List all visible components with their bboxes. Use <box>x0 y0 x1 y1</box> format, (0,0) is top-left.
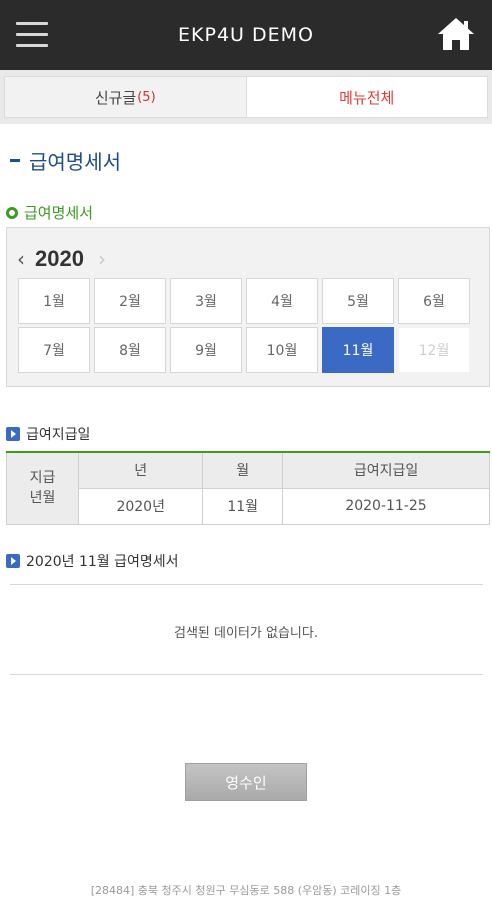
empty-data-message: 검색된 데이터가 없습니다. <box>174 626 318 641</box>
calendar-section-title-text: 급여명세서 <box>24 204 94 222</box>
pay-date-table: 지급 년월 년 월 급여지급일 2020년 11월 2020-11-25 <box>6 451 490 525</box>
column-header-year: 년 <box>77 451 204 489</box>
pay-year-cell: 2020년 <box>77 487 204 525</box>
pay-month-cell: 11월 <box>202 487 284 525</box>
year-selector: ‹ 2020 › <box>17 246 106 272</box>
month-button[interactable]: 8월 <box>94 327 166 373</box>
month-button[interactable]: 7월 <box>18 327 90 373</box>
page-title-text: 급여명세서 <box>29 150 121 174</box>
divider <box>10 584 483 585</box>
tab-all-menu-label: 메뉴전체 <box>339 88 395 107</box>
arrow-square-icon <box>6 427 20 441</box>
page-title: 급여명세서 <box>10 146 121 175</box>
month-button[interactable]: 1월 <box>18 278 90 324</box>
month-button[interactable]: 2월 <box>94 278 166 324</box>
divider <box>10 674 483 675</box>
receipt-confirm-button[interactable]: 영수인 <box>185 763 307 801</box>
tab-new-posts[interactable]: 신규글 (5) <box>4 76 246 118</box>
month-button[interactable]: 6월 <box>398 278 470 324</box>
pay-date-section-title: 급여지급일 <box>6 424 90 444</box>
month-button[interactable]: 9월 <box>170 327 242 373</box>
column-header-paydate: 급여지급일 <box>282 451 490 489</box>
tab-bar: 신규글 (5) 메뉴전체 <box>0 70 492 124</box>
month-picker: ‹ 2020 › 1월 2월 3월 4월 5월 6월 7월 8월 9월 10월 … <box>6 227 490 387</box>
month-button[interactable]: 3월 <box>170 278 242 324</box>
calendar-section-title: 급여명세서 <box>6 202 93 223</box>
pay-date-section-title-text: 급여지급일 <box>26 427 91 443</box>
month-button[interactable]: 4월 <box>246 278 318 324</box>
statement-section-title-text: 2020년 11월 급여명세서 <box>26 554 179 570</box>
title-dash-icon <box>10 159 20 162</box>
tab-all-menu[interactable]: 메뉴전체 <box>245 76 488 118</box>
next-year-chevron-icon[interactable]: › <box>98 247 106 271</box>
table-row: 지급 년월 년 월 급여지급일 <box>6 451 490 525</box>
column-header-month: 월 <box>202 451 284 489</box>
new-posts-count-badge: (5) <box>137 89 156 105</box>
circle-bullet-icon <box>6 206 18 219</box>
month-grid: 1월 2월 3월 4월 5월 6월 7월 8월 9월 10월 11월 12월 <box>18 278 474 373</box>
month-button[interactable]: 10월 <box>246 327 318 373</box>
prev-year-chevron-icon[interactable]: ‹ <box>17 247 25 271</box>
statement-section-title: 2020년 11월 급여명세서 <box>6 551 179 571</box>
tab-new-posts-label: 신규글 <box>94 88 137 107</box>
pay-period-row-header: 지급 년월 <box>6 451 79 525</box>
year-label: 2020 <box>35 246 84 271</box>
month-button-disabled: 12월 <box>398 327 470 373</box>
table-row: 2020년 11월 2020-11-25 <box>7 487 490 525</box>
arrow-square-icon <box>6 554 20 568</box>
app-header: EKP4U DEMO <box>0 0 492 70</box>
pay-date-cell: 2020-11-25 <box>282 487 490 525</box>
month-button-selected[interactable]: 11월 <box>322 327 394 373</box>
footer-address: [28484] 충북 청주시 청원구 무심동로 588 (우암동) 코레이징 1… <box>90 884 402 897</box>
home-icon[interactable] <box>436 16 476 52</box>
month-button[interactable]: 5월 <box>322 278 394 324</box>
app-title: EKP4U DEMO <box>178 24 314 46</box>
